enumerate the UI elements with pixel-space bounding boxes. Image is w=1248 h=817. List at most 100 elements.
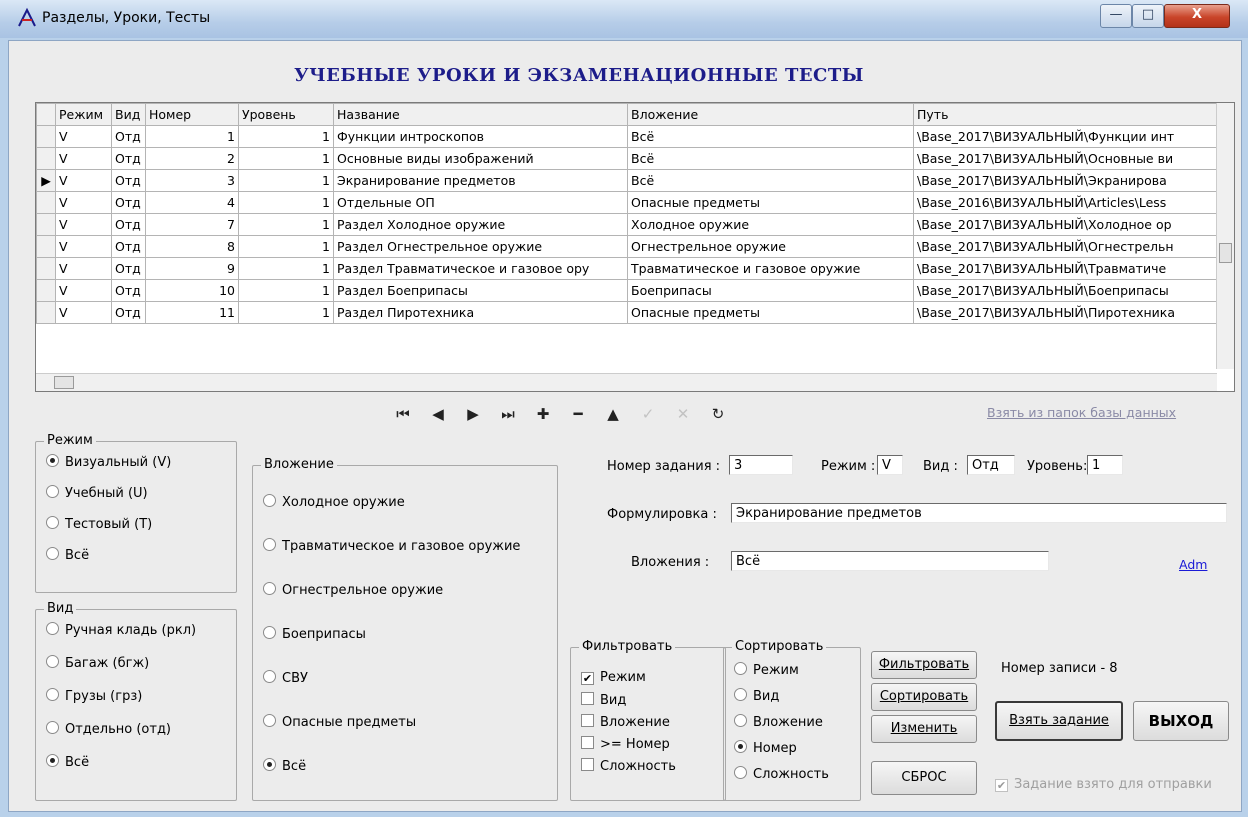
table-cell[interactable]: 7 — [145, 213, 239, 236]
table-cell[interactable]: Отд — [111, 279, 146, 302]
table-cell[interactable]: \Base_2017\ВИЗУАЛЬНЫЙ\Функции инт — [913, 125, 1224, 148]
table-cell[interactable]: Опасные предметы — [627, 191, 914, 214]
row-indicator[interactable] — [36, 301, 56, 324]
reset-button[interactable]: СБРОС — [871, 761, 977, 795]
sort-option[interactable]: Вид — [734, 688, 779, 704]
column-header[interactable]: Уровень — [238, 103, 334, 126]
vlozhenie-option[interactable]: Боеприпасы — [263, 626, 366, 642]
table-cell[interactable]: Всё — [627, 169, 914, 192]
table-cell[interactable]: 3 — [145, 169, 239, 192]
table-cell[interactable]: 1 — [238, 213, 334, 236]
vlozhenie-option[interactable]: Травматическое и газовое оружие — [263, 538, 520, 554]
table-cell[interactable]: Основные виды изображений — [333, 147, 628, 170]
table-cell[interactable]: Функции интроскопов — [333, 125, 628, 148]
row-indicator[interactable] — [36, 191, 56, 214]
table-cell[interactable]: Раздел Холодное оружие — [333, 213, 628, 236]
vlozhenie-option[interactable]: Холодное оружие — [263, 494, 405, 510]
column-header[interactable]: Путь — [913, 103, 1224, 126]
delete-record-icon[interactable]: ━ — [564, 401, 592, 427]
sort-button[interactable]: Сортировать — [871, 683, 977, 711]
column-header[interactable]: Номер — [145, 103, 239, 126]
formulirovka-field[interactable]: Экранирование предметов — [731, 503, 1227, 523]
table-cell[interactable]: 8 — [145, 235, 239, 258]
table-cell[interactable]: V — [55, 147, 112, 170]
table-row[interactable]: V Отд 7 1 Раздел Холодное оружие Холодное ору… — [36, 213, 1224, 236]
task-taken-checkbox[interactable]: ✔ Задание взято для отправки — [995, 777, 1212, 792]
vid-option[interactable]: Всё — [46, 754, 89, 770]
take-task-button[interactable]: Взять задание — [995, 701, 1123, 741]
change-button[interactable]: Изменить — [871, 715, 977, 743]
scroll-thumb[interactable] — [1219, 243, 1232, 263]
table-cell[interactable]: Отд — [111, 147, 146, 170]
table-row[interactable]: V Отд 8 1 Раздел Огнестрельное оружие Огнестр… — [36, 235, 1224, 258]
table-cell[interactable]: Раздел Пиротехника — [333, 301, 628, 324]
exit-button[interactable]: ВЫХОД — [1133, 701, 1229, 741]
table-cell[interactable]: V — [55, 279, 112, 302]
post-record-icon[interactable]: ✓ — [634, 401, 662, 427]
table-cell[interactable]: V — [55, 191, 112, 214]
table-cell[interactable]: \Base_2017\ВИЗУАЛЬНЫЙ\Холодное ор — [913, 213, 1224, 236]
table-cell[interactable]: Раздел Травматическое и газовое ору — [333, 257, 628, 280]
table-cell[interactable]: 1 — [238, 169, 334, 192]
horizontal-scrollbar[interactable] — [36, 373, 1217, 391]
table-cell[interactable]: Холодное оружие — [627, 213, 914, 236]
table-cell[interactable]: \Base_2017\ВИЗУАЛЬНЫЙ\Травматиче — [913, 257, 1224, 280]
table-cell[interactable]: 9 — [145, 257, 239, 280]
table-row[interactable]: V Отд 2 1 Основные виды изображений Всё \Base_… — [36, 147, 1224, 170]
vlozhenie-option[interactable]: Всё — [263, 758, 306, 774]
vlozhenie-option[interactable]: СВУ — [263, 670, 308, 686]
table-cell[interactable]: 1 — [238, 235, 334, 258]
row-indicator[interactable]: ▶ — [36, 169, 56, 192]
table-cell[interactable]: Отд — [111, 191, 146, 214]
filter-button[interactable]: Фильтровать — [871, 651, 977, 679]
table-cell[interactable]: Отд — [111, 169, 146, 192]
table-cell[interactable]: 1 — [238, 279, 334, 302]
table-cell[interactable]: 1 — [238, 125, 334, 148]
table-cell[interactable]: Отд — [111, 213, 146, 236]
vid-field[interactable]: Отд — [967, 455, 1015, 475]
table-row[interactable]: V Отд 9 1 Раздел Травматическое и газовое ор… — [36, 257, 1224, 280]
table-row[interactable]: V Отд 1 1 Функции интроскопов Всё \Base_2017\В… — [36, 125, 1224, 148]
table-row[interactable]: ▶ V Отд 3 1 Экранирование предметов Всё \Base_2… — [36, 169, 1224, 192]
last-record-icon[interactable]: ⏭ — [494, 401, 522, 427]
table-cell[interactable]: 2 — [145, 147, 239, 170]
filter-option[interactable]: >= Номер — [581, 736, 670, 752]
table-cell[interactable]: Отд — [111, 257, 146, 280]
close-button[interactable]: X — [1164, 4, 1230, 28]
vid-option[interactable]: Грузы (грз) — [46, 688, 142, 704]
table-cell[interactable]: 1 — [238, 301, 334, 324]
table-cell[interactable]: V — [55, 301, 112, 324]
column-header[interactable]: Режим — [55, 103, 112, 126]
table-cell[interactable]: 10 — [145, 279, 239, 302]
refresh-icon[interactable]: ↻ — [704, 401, 732, 427]
column-header[interactable]: Название — [333, 103, 628, 126]
table-cell[interactable]: Экранирование предметов — [333, 169, 628, 192]
edit-record-icon[interactable]: ▲ — [599, 401, 627, 427]
task-number-field[interactable]: 3 — [729, 455, 793, 475]
table-cell[interactable]: \Base_2017\ВИЗУАЛЬНЫЙ\Огнестрельн — [913, 235, 1224, 258]
table-cell[interactable]: V — [55, 257, 112, 280]
table-row[interactable]: V Отд 11 1 Раздел Пиротехника Опасные предмет… — [36, 301, 1224, 324]
table-cell[interactable]: \Base_2016\ВИЗУАЛЬНЫЙ\Articles\Less — [913, 191, 1224, 214]
table-cell[interactable]: 1 — [238, 257, 334, 280]
table-cell[interactable]: 4 — [145, 191, 239, 214]
table-row[interactable]: V Отд 10 1 Раздел Боеприпасы Боеприпасы \Base_… — [36, 279, 1224, 302]
vid-option[interactable]: Багаж (бгж) — [46, 655, 149, 671]
vlozhenie-option[interactable]: Опасные предметы — [263, 714, 416, 730]
row-indicator[interactable] — [36, 213, 56, 236]
vid-option[interactable]: Отдельно (отд) — [46, 721, 171, 737]
title-bar[interactable]: Разделы, Уроки, Тесты — □ X — [0, 0, 1248, 38]
vid-option[interactable]: Ручная кладь (ркл) — [46, 622, 196, 638]
table-cell[interactable]: \Base_2017\ВИЗУАЛЬНЫЙ\Пиротехника — [913, 301, 1224, 324]
table-cell[interactable]: Отдельные ОП — [333, 191, 628, 214]
maximize-button[interactable]: □ — [1132, 4, 1164, 28]
table-cell[interactable]: Отд — [111, 301, 146, 324]
row-indicator[interactable] — [36, 235, 56, 258]
vlozhenie-option[interactable]: Огнестрельное оружие — [263, 582, 443, 598]
sort-option[interactable]: Вложение — [734, 714, 823, 730]
table-cell[interactable]: V — [55, 125, 112, 148]
table-cell[interactable]: Опасные предметы — [627, 301, 914, 324]
cancel-record-icon[interactable]: ✕ — [669, 401, 697, 427]
table-cell[interactable]: Боеприпасы — [627, 279, 914, 302]
first-record-icon[interactable]: ⏮ — [389, 401, 417, 427]
